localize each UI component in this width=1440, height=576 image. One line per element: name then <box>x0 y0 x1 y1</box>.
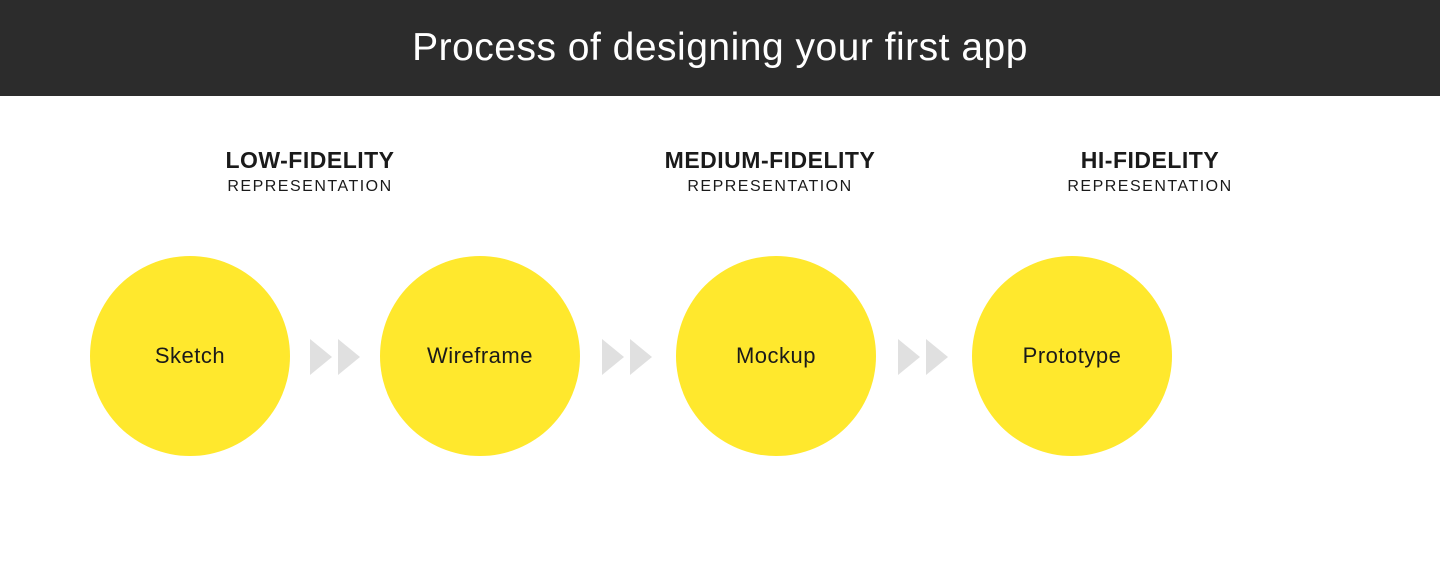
chevron-right-icon <box>926 339 948 375</box>
fidelity-high-sub: REPRESENTATION <box>1010 178 1290 196</box>
chevron-right-icon <box>602 339 624 375</box>
page-title: Process of designing your first app <box>412 26 1028 70</box>
chevron-right-icon <box>338 339 360 375</box>
fidelity-low-title: LOW-FIDELITY <box>180 146 440 176</box>
chevron-right-icon <box>898 339 920 375</box>
step-mockup-label: Mockup <box>736 343 816 369</box>
step-wireframe-label: Wireframe <box>427 343 533 369</box>
fidelity-medium-title: MEDIUM-FIDELITY <box>610 146 930 176</box>
step-prototype-label: Prototype <box>1023 343 1122 369</box>
chevrons-3 <box>898 339 948 375</box>
diagram-content: LOW-FIDELITY REPRESENTATION MEDIUM-FIDEL… <box>0 96 1440 576</box>
fidelity-medium-sub: REPRESENTATION <box>610 178 930 196</box>
step-wireframe: Wireframe <box>380 256 580 456</box>
header-bar: Process of designing your first app <box>0 0 1440 96</box>
fidelity-high-group: HI-FIDELITY REPRESENTATION <box>1010 146 1290 196</box>
fidelity-low-group: LOW-FIDELITY REPRESENTATION <box>180 146 440 196</box>
step-prototype: Prototype <box>972 256 1172 456</box>
chevron-right-icon <box>630 339 652 375</box>
step-mockup: Mockup <box>676 256 876 456</box>
fidelity-medium-group: MEDIUM-FIDELITY REPRESENTATION <box>610 146 930 196</box>
chevron-right-icon <box>310 339 332 375</box>
chevrons-2 <box>602 339 652 375</box>
step-sketch-label: Sketch <box>155 343 225 369</box>
fidelity-low-sub: REPRESENTATION <box>180 178 440 196</box>
step-sketch: Sketch <box>90 256 290 456</box>
chevrons-1 <box>310 339 360 375</box>
fidelity-high-title: HI-FIDELITY <box>1010 146 1290 176</box>
